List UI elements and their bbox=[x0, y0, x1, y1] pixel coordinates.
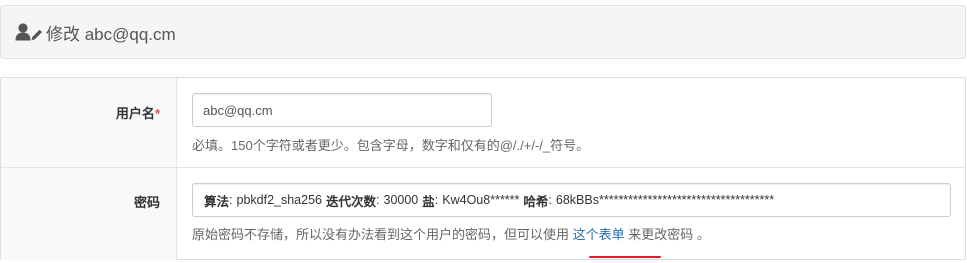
username-label: 用户名* bbox=[116, 103, 160, 122]
password-field-cell: 算法: pbkdf2_sha256 迭代次数:30000 盐: Kw4Ou8****… bbox=[177, 168, 965, 260]
user-form: 用户名* 必填。150个字符或者更少。包含字母，数字和仅有的@/./+/-/_符… bbox=[0, 77, 966, 260]
page-header: 修改 abc@qq.cm bbox=[0, 5, 966, 59]
password-help-after: 来更改密码 。 bbox=[628, 227, 710, 242]
form-row-username: 用户名* 必填。150个字符或者更少。包含字母，数字和仅有的@/./+/-/_符… bbox=[1, 78, 965, 168]
algorithm-value: pbkdf2_sha256 bbox=[236, 193, 323, 207]
username-label-text: 用户名 bbox=[115, 106, 155, 121]
user-edit-icon bbox=[15, 22, 43, 42]
iterations-value: 30000 bbox=[383, 193, 419, 207]
link-annotation-underline bbox=[589, 256, 661, 258]
salt-value: Kw4Ou8****** bbox=[442, 193, 520, 207]
password-label-cell: 密码 bbox=[1, 168, 177, 260]
password-hash-summary: 算法: pbkdf2_sha256 迭代次数:30000 盐: Kw4Ou8****… bbox=[192, 183, 951, 217]
hash-value: 68kBBs**********************************… bbox=[555, 193, 775, 207]
password-help-before: 原始密码不存储，所以没有办法看到这个用户的密码，但可以使用 bbox=[192, 227, 570, 242]
password-label: 密码 bbox=[133, 195, 160, 210]
username-help-text: 必填。150个字符或者更少。包含字母，数字和仅有的@/./+/-/_符号。 bbox=[192, 138, 590, 153]
page-title: 修改 abc@qq.cm bbox=[46, 24, 176, 44]
username-input[interactable] bbox=[192, 93, 492, 127]
salt-label: 盐 bbox=[422, 194, 435, 209]
username-field-cell: 必填。150个字符或者更少。包含字母，数字和仅有的@/./+/-/_符号。 bbox=[177, 78, 965, 167]
hash-label: 哈希 bbox=[523, 194, 549, 209]
username-label-cell: 用户名* bbox=[1, 78, 177, 167]
form-row-password: 密码 算法: pbkdf2_sha256 迭代次数:30000 盐: Kw4Ou8*… bbox=[1, 168, 965, 260]
algorithm-label: 算法 bbox=[204, 194, 230, 209]
required-mark: * bbox=[154, 106, 160, 121]
change-password-link[interactable]: 这个表单 bbox=[573, 227, 625, 242]
password-help-text: 原始密码不存储，所以没有办法看到这个用户的密码，但可以使用 这个表单 来更改密码… bbox=[192, 224, 710, 243]
iterations-label: 迭代次数 bbox=[326, 194, 377, 209]
